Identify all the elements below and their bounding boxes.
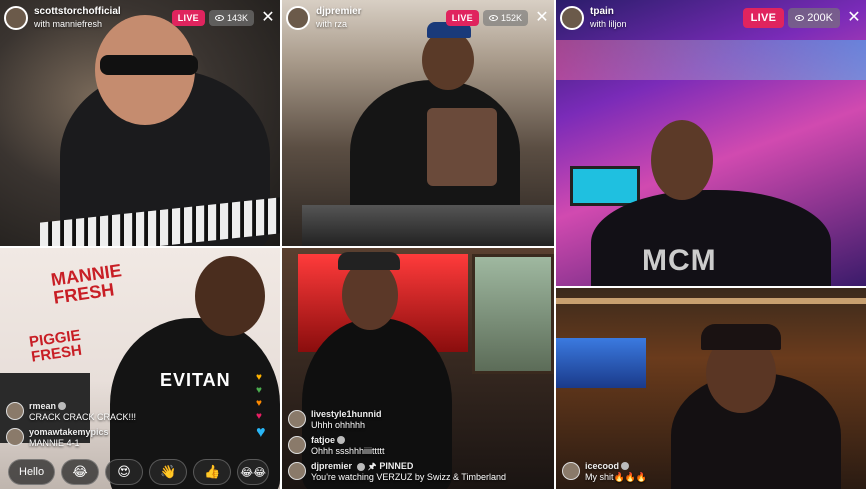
comment-item: livestyle1hunnid Uhhh ohhhhh bbox=[288, 409, 548, 431]
quick-reply-laugh-double[interactable]: 😂😂 bbox=[237, 459, 270, 485]
comment-username[interactable]: icecood bbox=[585, 461, 619, 471]
comment-text: My shit🔥🔥🔥 bbox=[585, 472, 648, 482]
pin-icon: 🖈 bbox=[368, 461, 377, 471]
video-tile-scottstorch[interactable]: scottstorchofficial with manniefresh LIV… bbox=[0, 0, 280, 246]
comment-item: yomawtakemypics MANNIE 4-1 bbox=[6, 427, 274, 449]
viewer-count: 152K bbox=[482, 10, 528, 26]
close-icon[interactable]: ✕ bbox=[260, 10, 276, 26]
host-avatar[interactable] bbox=[4, 6, 28, 30]
guest-label: with manniefresh bbox=[34, 19, 103, 29]
guest-label: with rza bbox=[316, 19, 348, 29]
live-header: scottstorchofficial with manniefresh LIV… bbox=[4, 4, 276, 32]
live-header: djpremier with rza LIVE 152K ✕ bbox=[286, 4, 550, 32]
comment-username[interactable]: fatjoe bbox=[311, 435, 335, 445]
eye-icon bbox=[488, 15, 498, 21]
video-tile-manniefresh[interactable]: MANNIE FRESH PIGGIE FRESH EVITAN ♥ ♥ ♥ ♥ ♥ r… bbox=[0, 248, 280, 489]
video-tile-rza[interactable]: livestyle1hunnid Uhhh ohhhhh fatjoe Ohhh… bbox=[282, 248, 554, 489]
comment-list: rmean CRACK CRACK CRACK!!! yomawtakemypi… bbox=[6, 397, 274, 449]
shirt-logo: EVITAN bbox=[160, 370, 231, 390]
person-head bbox=[195, 256, 265, 336]
comment-item: fatjoe Ohhh ssshhhiiiittttt bbox=[288, 435, 548, 457]
guest-label: with liljon bbox=[590, 19, 627, 29]
video-tile-liljon[interactable]: icecood My shit🔥🔥🔥 bbox=[556, 288, 866, 489]
close-icon[interactable]: ✕ bbox=[846, 10, 862, 26]
live-badge: LIVE bbox=[742, 8, 785, 28]
close-icon[interactable]: ✕ bbox=[534, 10, 550, 26]
comment-list: livestyle1hunnid Uhhh ohhhhh fatjoe Ohhh… bbox=[288, 405, 548, 483]
shelf bbox=[556, 298, 866, 304]
host-username[interactable]: tpain bbox=[590, 6, 743, 18]
pinned-label: PINNED bbox=[379, 461, 414, 471]
sunglasses bbox=[100, 55, 198, 75]
dj-mixer bbox=[302, 205, 554, 246]
quick-reply-wave[interactable]: 👋 bbox=[149, 459, 188, 485]
window bbox=[472, 254, 554, 374]
commenter-avatar bbox=[288, 436, 306, 454]
eye-icon bbox=[795, 15, 805, 21]
comment-text: You're watching VERZUZ by Swizz & Timber… bbox=[311, 472, 506, 482]
comment-text: MANNIE 4-1 bbox=[29, 438, 80, 448]
quick-reply-heart-eyes[interactable]: 😍 bbox=[105, 459, 144, 485]
shirt-logo: MCM bbox=[642, 244, 717, 277]
comment-item: icecood My shit🔥🔥🔥 bbox=[562, 461, 860, 483]
comment-username[interactable]: livestyle1hunnid bbox=[311, 409, 382, 420]
host-username[interactable]: scottstorchofficial bbox=[34, 6, 172, 18]
quick-reply-laugh[interactable]: 😂 bbox=[61, 459, 100, 485]
commenter-avatar bbox=[562, 462, 580, 480]
host-username[interactable]: djpremier bbox=[316, 6, 446, 18]
grid-divider bbox=[554, 0, 556, 489]
quick-reply-bar: Hello 😂 😍 👋 👍 😂😂 bbox=[8, 459, 270, 485]
commenter-avatar bbox=[288, 410, 306, 428]
comment-item-pinned: djpremier 🖈 PINNED You're watching VERZUZ … bbox=[288, 461, 548, 483]
blue-bottles bbox=[556, 338, 646, 388]
person-head bbox=[651, 120, 713, 200]
comment-list: icecood My shit🔥🔥🔥 bbox=[562, 457, 860, 483]
host-avatar[interactable] bbox=[560, 6, 584, 30]
ceiling-lights bbox=[556, 40, 866, 80]
comment-username[interactable]: yomawtakemypics bbox=[29, 427, 109, 438]
cap bbox=[338, 252, 400, 270]
comment-username[interactable]: rmean bbox=[29, 401, 56, 411]
grid-divider bbox=[280, 0, 282, 489]
quick-reply-hello[interactable]: Hello bbox=[8, 459, 56, 485]
live-badge: LIVE bbox=[171, 10, 205, 26]
verified-icon bbox=[58, 402, 67, 410]
commenter-avatar bbox=[6, 402, 24, 420]
comment-text: Ohhh ssshhhiiiittttt bbox=[311, 446, 385, 456]
video-tile-djpremier[interactable]: djpremier with rza LIVE 152K ✕ bbox=[282, 0, 554, 246]
grid-divider bbox=[0, 246, 554, 248]
eye-icon bbox=[214, 15, 224, 21]
viewer-count: 200K bbox=[788, 8, 840, 28]
commenter-avatar bbox=[288, 462, 306, 480]
comment-username[interactable]: djpremier bbox=[311, 461, 352, 472]
quick-reply-thumbs-up[interactable]: 👍 bbox=[193, 459, 232, 485]
wall-tv bbox=[570, 166, 640, 206]
commenter-avatar bbox=[6, 428, 24, 446]
comment-text: CRACK CRACK CRACK!!! bbox=[29, 412, 137, 422]
host-avatar[interactable] bbox=[286, 6, 310, 30]
viewer-count: 143K bbox=[208, 10, 254, 26]
comment-text: Uhhh ohhhhh bbox=[311, 420, 366, 430]
live-badge: LIVE bbox=[445, 10, 479, 26]
comment-item: rmean CRACK CRACK CRACK!!! bbox=[6, 401, 274, 423]
cap bbox=[701, 324, 781, 350]
person-head bbox=[422, 30, 474, 90]
shirt-print bbox=[427, 108, 497, 186]
live-header: tpain with liljon LIVE 200K ✕ bbox=[560, 4, 862, 32]
verified-icon bbox=[337, 436, 346, 444]
person-head bbox=[342, 260, 398, 330]
grid-divider bbox=[556, 286, 866, 288]
video-tile-tpain[interactable]: MCM tpain with liljon LIVE 200K ✕ bbox=[556, 0, 866, 286]
verified-icon bbox=[621, 462, 630, 470]
verified-icon bbox=[357, 462, 366, 471]
